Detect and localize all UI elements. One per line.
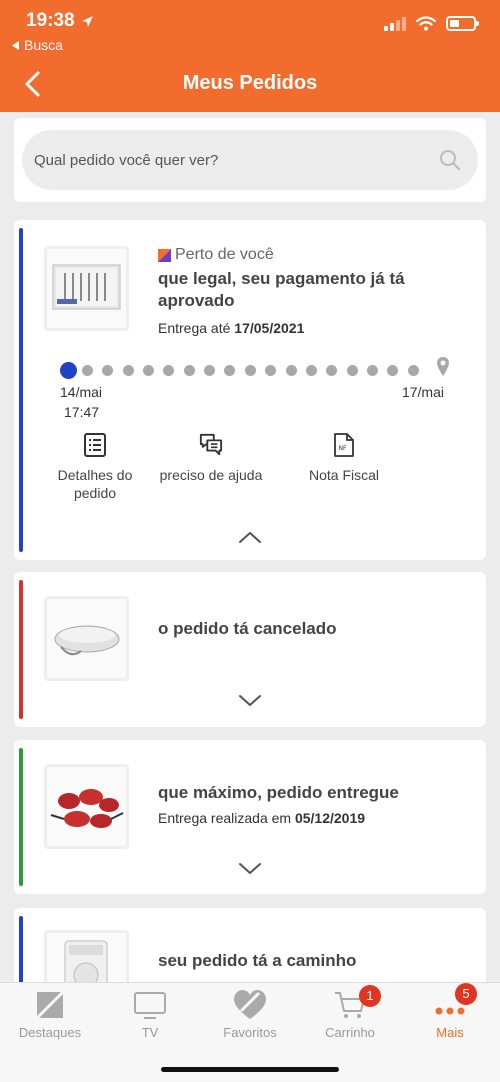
timeline-dot [387,365,399,376]
order-status-text: que legal, seu pagamento já tá aprovado [158,269,405,310]
delivery-line: Entrega até 17/05/2021 [158,320,466,336]
order-info: Perto de você que legal, seu pagamento j… [158,246,466,336]
timeline-dot [204,365,216,376]
order-info: seu pedido tá a caminho [158,950,466,972]
nearby-tag-icon [158,248,171,262]
status-indicators [384,16,479,31]
order-status-bar [19,748,23,886]
timeline-dot [326,365,338,376]
timeline-start-time: 17:47 [64,404,100,420]
search-box[interactable] [22,130,478,190]
delivery-date: 05/12/2019 [294,810,366,826]
tag-line: Perto de você [158,246,466,264]
status-back-label: Busca [24,37,63,53]
timeline-dot [285,365,297,376]
location-arrow-icon [81,15,93,27]
order-details-label: Detalhes do pedido [57,467,133,501]
order-card[interactable]: que máximo, pedido entregue Entrega real… [14,740,486,894]
nav-label: Mais [436,1025,464,1040]
timeline-dot [163,365,175,376]
tag-label: Perto de você [175,246,274,263]
collapse-chevron-icon[interactable] [238,530,262,544]
svg-text:NF: NF [339,445,347,452]
search-input[interactable] [34,130,434,190]
back-triangle-icon [12,40,19,50]
timeline-start-date: 14/mai [60,384,103,400]
timeline-dot [244,365,256,376]
list-icon [84,433,106,457]
order-status-bar [19,228,23,552]
invoice-button[interactable]: NF Nota Fiscal [289,432,399,484]
delivery-prefix: Entrega até [158,320,231,336]
nav-destaques[interactable]: Destaques [0,989,100,1040]
timeline-dot [366,365,378,376]
timeline-dot [265,365,277,376]
search-card [14,118,486,202]
invoice-icon: NF [334,433,354,457]
location-pin-icon [437,357,449,376]
timeline-dot [102,365,114,376]
timeline-dot [305,365,317,376]
expand-chevron-icon[interactable] [238,862,262,876]
order-status-text: seu pedido tá a caminho [158,951,357,970]
page-title: Meus Pedidos [182,72,318,94]
timeline-dot [407,365,419,376]
order-card[interactable]: o pedido tá cancelado [14,572,486,727]
more-badge: 5 [455,983,477,1005]
order-status-text: que máximo, pedido entregue [158,783,399,802]
nav-carrinho[interactable]: 1 Carrinho [300,985,400,1040]
timeline-dot [224,365,236,376]
timeline-end-date: 17/mai [401,384,444,400]
nav-label: TV [141,1025,159,1040]
timeline-dot [183,365,195,376]
timeline-current-dot [60,362,77,379]
wifi-icon [416,16,436,31]
product-thumbnail-cutlery [44,246,129,331]
invoice-label: Nota Fiscal [308,467,380,483]
cart-badge: 1 [359,985,381,1007]
signal-icon [384,16,406,31]
cart-icon-wrapper: 1 [333,985,381,1021]
product-thumbnail-cookware [44,764,129,849]
battery-icon [446,16,479,31]
help-button[interactable]: preciso de ajuda [156,432,266,484]
delivery-prefix: Entrega realizada em [158,810,292,826]
order-status-bar [19,580,23,719]
nav-label: Destaques [18,1025,82,1040]
delivery-date: 17/05/2021 [234,320,305,336]
order-info: que máximo, pedido entregue Entrega real… [158,782,466,826]
nav-mais[interactable]: 5 Mais [400,983,500,1040]
delivery-line: Entrega realizada em 05/12/2019 [158,810,466,826]
highlights-icon [35,990,65,1020]
timeline-dot [122,365,134,376]
chat-icon [199,433,223,456]
more-icon-wrapper: 5 [433,983,477,1021]
clock: 19:38 [26,10,75,31]
order-info: o pedido tá cancelado [158,618,466,640]
order-status-text: o pedido tá cancelado [158,619,337,638]
app-header: 19:38 Busca Meus Pedidos [0,0,500,112]
nav-label: Carrinho [325,1025,375,1040]
order-card[interactable]: Perto de você que legal, seu pagamento j… [14,220,486,560]
tv-icon [134,992,166,1019]
help-label: preciso de ajuda [159,467,263,483]
search-icon[interactable] [438,148,462,172]
home-indicator [161,1067,339,1072]
status-back-link[interactable]: Busca [12,37,63,53]
order-timeline [60,357,450,382]
product-thumbnail-case [44,596,129,681]
order-actions: Detalhes do pedido preciso de ajuda NF N… [44,432,384,512]
nav-label: Favoritos [223,1025,277,1040]
nav-favoritos[interactable]: Favoritos [200,989,300,1040]
expand-chevron-icon[interactable] [238,694,262,708]
nav-tv[interactable]: TV [100,989,200,1040]
timeline-dot [82,365,93,376]
status-time: 19:38 [26,10,94,32]
timeline-dot [143,365,155,376]
heart-icon [234,990,266,1019]
timeline-dot [346,365,358,376]
order-details-button[interactable]: Detalhes do pedido [40,432,150,502]
